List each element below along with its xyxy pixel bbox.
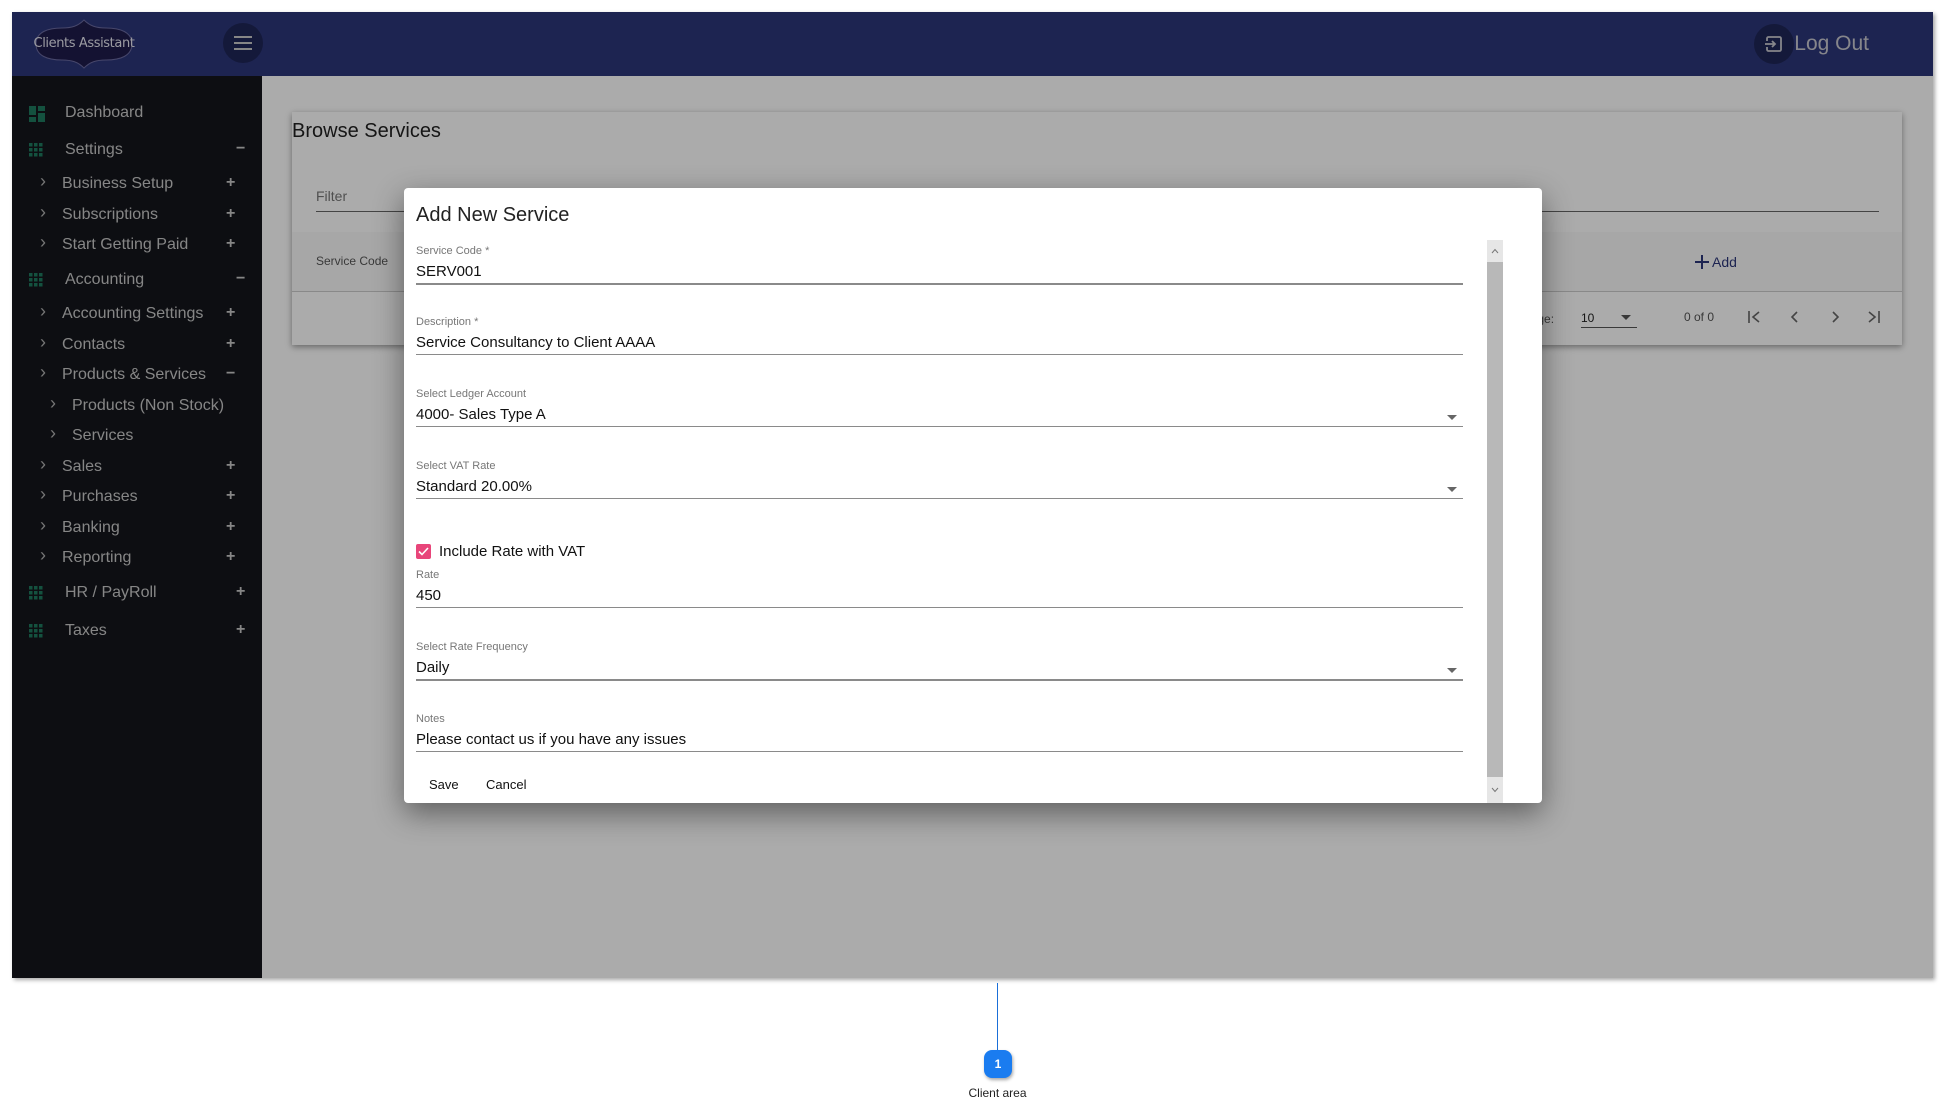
cancel-button[interactable]: Cancel: [486, 777, 526, 792]
field-underline: [416, 498, 1463, 499]
service-code-label: Service Code *: [416, 245, 490, 257]
vat-rate-value[interactable]: Standard 20.00%: [416, 478, 532, 495]
checkmark-icon: [418, 546, 429, 556]
field-underline: [416, 354, 1463, 355]
annotation-label: Client area: [968, 1086, 1027, 1100]
service-code-input[interactable]: SERV001: [416, 263, 482, 280]
dropdown-arrow-icon[interactable]: [1447, 415, 1457, 420]
scroll-thumb[interactable]: [1487, 262, 1503, 777]
field-underline: [416, 283, 1463, 285]
dialog-scrollbar[interactable]: [1487, 240, 1503, 803]
add-new-service-dialog: Add New Service Service Code * SERV001 D…: [404, 188, 1542, 803]
rate-label: Rate: [416, 569, 440, 581]
notes-input[interactable]: Please contact us if you have any issues: [416, 731, 686, 748]
annotation-badge: 1: [984, 1050, 1012, 1078]
field-underline: [416, 679, 1463, 681]
dropdown-arrow-icon[interactable]: [1447, 668, 1457, 673]
description-input[interactable]: Service Consultancy to Client AAAA: [416, 334, 655, 351]
scroll-up-button[interactable]: [1487, 240, 1503, 262]
ledger-account-label: Select Ledger Account: [416, 388, 527, 400]
rate-input[interactable]: 450: [416, 587, 441, 604]
field-underline: [416, 751, 1463, 752]
field-underline: [416, 607, 1463, 608]
dialog-title: Add New Service: [416, 204, 570, 226]
save-button[interactable]: Save: [429, 777, 459, 792]
description-label: Description *: [416, 316, 479, 328]
field-underline: [416, 426, 1463, 427]
annotation-leader-line: [997, 983, 998, 1051]
include-vat-checkbox-row[interactable]: Include Rate with VAT: [416, 542, 585, 560]
notes-label: Notes: [416, 713, 445, 725]
vat-rate-label: Select VAT Rate: [416, 460, 496, 472]
rate-frequency-value[interactable]: Daily: [416, 659, 449, 676]
scroll-down-button[interactable]: [1487, 777, 1503, 803]
ledger-account-value[interactable]: 4000- Sales Type A: [416, 406, 546, 423]
include-vat-checkbox[interactable]: [416, 543, 431, 559]
chevron-up-icon: [1491, 248, 1499, 254]
rate-frequency-label: Select Rate Frequency: [416, 641, 528, 653]
dropdown-arrow-icon[interactable]: [1447, 487, 1457, 492]
include-vat-label: Include Rate with VAT: [439, 542, 586, 560]
app-window: Clients Assistant Log Out Dashboard Setti…: [12, 12, 1933, 978]
chevron-down-icon: [1491, 787, 1499, 793]
